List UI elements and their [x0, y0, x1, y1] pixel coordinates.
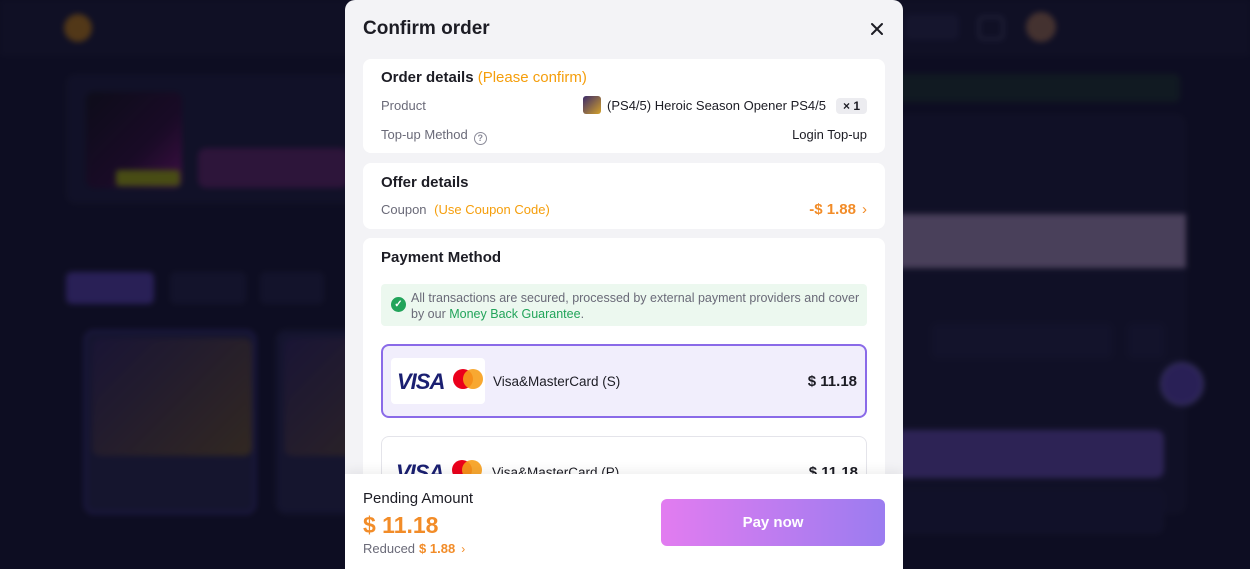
topup-method-label: Top-up Method?: [381, 127, 487, 145]
pay-now-button[interactable]: Pay now: [661, 499, 885, 546]
secure-transaction-notice: ✓ All transactions are secured, processe…: [381, 284, 867, 326]
visa-logo: VISA: [397, 369, 445, 394]
offer-details-title: Offer details: [381, 174, 469, 191]
modal-header: Confirm order: [345, 0, 903, 58]
secure-notice-end: .: [580, 307, 585, 321]
product-thumbnail: [583, 96, 602, 114]
payment-option-name: Visa&MasterCard (S): [493, 374, 621, 389]
pending-amount-value: $ 11.18: [363, 512, 439, 538]
offer-details-card[interactable]: Offer details Coupon (Use Coupon Code) -…: [363, 163, 885, 229]
mastercard-logo-overlap: [463, 369, 483, 389]
product-name: (PS4/5) Heroic Season Opener PS4/5: [607, 98, 826, 113]
reduced-label: Reduced: [363, 541, 416, 556]
topup-method-label-text: Top-up Method: [381, 127, 468, 142]
use-coupon-code-link[interactable]: (Use Coupon Code): [434, 202, 550, 217]
order-details-card: Order details (Please confirm) Product (…: [363, 59, 885, 153]
chevron-right-icon: ›: [862, 201, 867, 218]
coupon-discount[interactable]: -$ 1.88 ›: [809, 201, 867, 218]
quantity-badge: × 1: [835, 98, 867, 114]
close-icon: [871, 23, 883, 35]
order-details-heading: Order details (Please confirm): [381, 69, 587, 86]
info-icon[interactable]: ?: [473, 132, 487, 145]
payment-method-title: Payment Method: [381, 249, 502, 266]
modal-title: Confirm order: [363, 18, 490, 39]
check-circle-icon: ✓: [391, 297, 406, 312]
payment-option-visa-mastercard-s[interactable]: VISA Visa&MasterCard (S) $ 11.18: [381, 344, 867, 418]
payment-method-card: Payment Method ✓ All transactions are se…: [363, 238, 885, 510]
close-button[interactable]: [865, 17, 889, 41]
order-details-title: Order details: [381, 69, 474, 86]
pending-amount-label: Pending Amount: [363, 490, 474, 507]
chevron-right-icon: ›: [461, 542, 466, 556]
topup-method-value: Login Top-up: [792, 127, 867, 142]
coupon-discount-value: -$ 1.88: [809, 201, 856, 218]
confirm-order-modal: Confirm order Order details (Please conf…: [345, 0, 903, 569]
product-value: (PS4/5) Heroic Season Opener PS4/5 × 1: [583, 96, 867, 114]
secure-notice-text: All transactions are secured, processed …: [411, 290, 861, 322]
reduced-value: $ 1.88: [419, 541, 456, 556]
money-back-guarantee-link[interactable]: Money Back Guarantee: [449, 307, 580, 321]
coupon-label-text: Coupon: [381, 202, 427, 217]
payment-option-price: $ 11.18: [807, 373, 857, 390]
please-confirm-hint: (Please confirm): [477, 69, 587, 86]
visa-mastercard-logo: VISA: [391, 358, 485, 404]
product-label: Product: [381, 98, 426, 113]
reduced-amount[interactable]: Reduced $ 1.88 ›: [363, 541, 465, 556]
order-footer: Pending Amount $ 11.18 Reduced $ 1.88 › Pa…: [345, 474, 903, 569]
coupon-label: Coupon (Use Coupon Code): [381, 202, 550, 217]
